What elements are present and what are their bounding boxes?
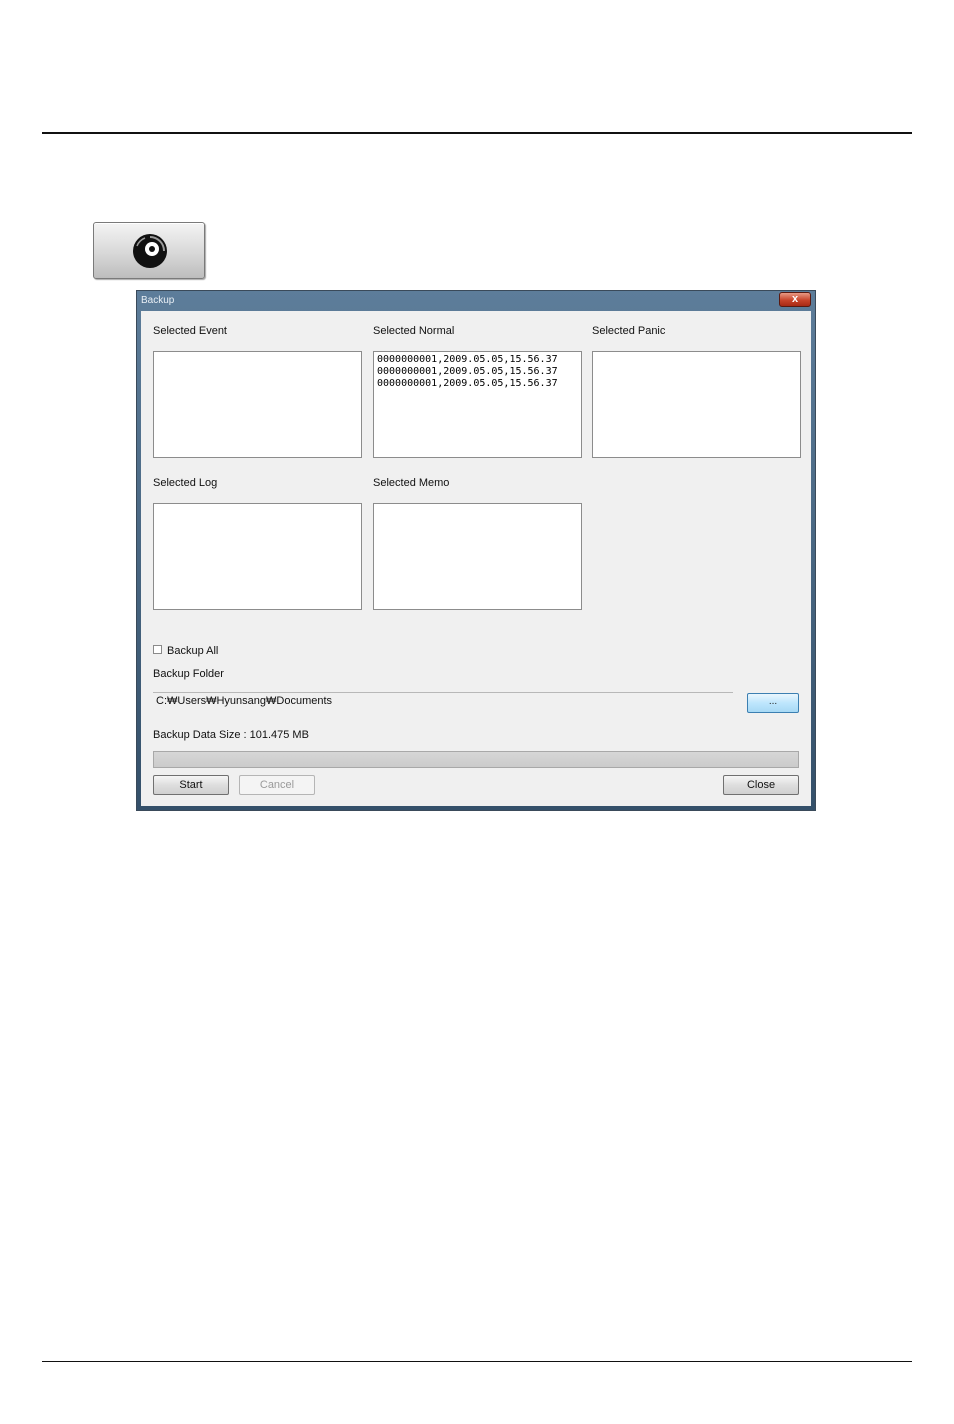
selected-log-list[interactable] (153, 503, 362, 610)
list-item[interactable]: 0000000001,2009.05.05,15.56.37 (377, 354, 578, 366)
dialog-body: Selected Event Selected Normal 000000000… (141, 311, 811, 806)
list-item[interactable]: 0000000001,2009.05.05,15.56.37 (377, 366, 578, 378)
backup-progress-bar (153, 751, 799, 768)
start-button[interactable]: Start (153, 775, 229, 795)
backup-folder-path-field[interactable]: C:₩Users₩Hyunsang₩Documents (153, 692, 733, 710)
backup-folder-path: C:₩Users₩Hyunsang₩Documents (156, 695, 333, 707)
selected-panic-label: Selected Panic (592, 325, 666, 337)
header-rule (42, 132, 912, 134)
selected-event-label: Selected Event (153, 325, 227, 337)
close-icon[interactable]: x (779, 292, 811, 307)
selected-memo-list[interactable] (373, 503, 582, 610)
backup-all-label[interactable]: Backup All (167, 645, 218, 657)
selected-event-list[interactable] (153, 351, 362, 458)
selected-memo-label: Selected Memo (373, 477, 450, 489)
backup-button[interactable] (93, 222, 205, 279)
footer-rule (42, 1361, 912, 1362)
browse-folder-button[interactable]: ... (747, 693, 799, 713)
cancel-button[interactable]: Cancel (239, 775, 315, 795)
selected-normal-label: Selected Normal (373, 325, 455, 337)
selected-normal-list[interactable]: 0000000001,2009.05.05,15.56.37 0000000001… (373, 351, 582, 458)
window-title: Backup (141, 295, 175, 306)
backup-data-size: Backup Data Size : 101.475 MB (153, 729, 309, 741)
backup-all-checkbox[interactable] (153, 645, 162, 654)
disc-icon (133, 234, 167, 268)
title-bar[interactable]: Backup x (137, 291, 815, 311)
selected-log-label: Selected Log (153, 477, 218, 489)
close-button[interactable]: Close (723, 775, 799, 795)
list-item[interactable]: 0000000001,2009.05.05,15.56.37 (377, 378, 578, 390)
backup-dialog: Backup x Selected Event Selected Normal … (136, 290, 816, 811)
backup-folder-label: Backup Folder (153, 668, 224, 680)
selected-panic-list[interactable] (592, 351, 801, 458)
